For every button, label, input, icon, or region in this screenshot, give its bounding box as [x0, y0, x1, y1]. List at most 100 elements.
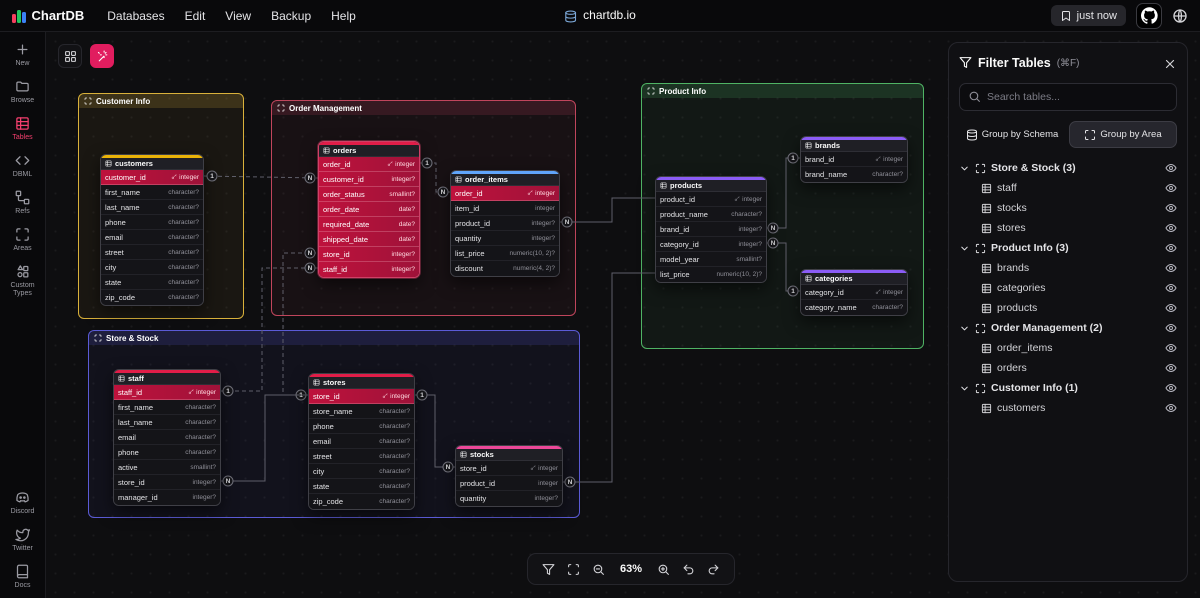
- visibility-eye-button[interactable]: [1165, 342, 1177, 354]
- visibility-eye-button[interactable]: [1165, 222, 1177, 234]
- group-by-area-button[interactable]: Group by Area: [1069, 121, 1177, 148]
- column-row-category_id[interactable]: category_idinteger: [801, 285, 907, 300]
- column-row-street[interactable]: streetcharacter?: [309, 449, 414, 464]
- tree-item-products[interactable]: products: [959, 298, 1177, 318]
- sidebar-item-areas[interactable]: Areas: [0, 227, 45, 253]
- table-header[interactable]: staff: [114, 373, 220, 385]
- column-row-item_id[interactable]: item_idinteger: [451, 201, 559, 216]
- visibility-eye-button[interactable]: [1165, 182, 1177, 194]
- column-row-order_date[interactable]: order_datedate?: [319, 202, 419, 217]
- table-stocks[interactable]: stocksstore_idintegerproduct_idintegerqu…: [455, 445, 563, 507]
- column-row-customer_id[interactable]: customer_idinteger?: [319, 172, 419, 187]
- column-row-brand_id[interactable]: brand_idinteger?: [656, 222, 766, 237]
- column-row-first_name[interactable]: first_namecharacter?: [101, 185, 203, 200]
- column-row-staff_id[interactable]: staff_idinteger?: [319, 262, 419, 277]
- column-row-phone[interactable]: phonecharacter?: [309, 419, 414, 434]
- column-row-order_status[interactable]: order_statussmallint?: [319, 187, 419, 202]
- sidebar-item-tables[interactable]: Tables: [0, 116, 45, 142]
- column-row-active[interactable]: activesmallint?: [114, 460, 220, 475]
- column-row-list_price[interactable]: list_pricenumeric(10, 2)?: [656, 267, 766, 282]
- filter-button[interactable]: [542, 562, 555, 577]
- tree-item-brands[interactable]: brands: [959, 258, 1177, 278]
- column-row-customer_id[interactable]: customer_idinteger: [101, 170, 203, 185]
- table-header[interactable]: brands: [801, 140, 907, 152]
- column-row-manager_id[interactable]: manager_idinteger?: [114, 490, 220, 505]
- column-row-city[interactable]: citycharacter?: [309, 464, 414, 479]
- sidebar-item-docs[interactable]: Docs: [0, 564, 45, 590]
- tree-group-customer-info-1[interactable]: Customer Info (1): [959, 378, 1177, 398]
- tree-item-staff[interactable]: staff: [959, 178, 1177, 198]
- tree-item-categories[interactable]: categories: [959, 278, 1177, 298]
- column-row-city[interactable]: citycharacter?: [101, 260, 203, 275]
- column-row-brand_id[interactable]: brand_idinteger: [801, 152, 907, 167]
- column-row-model_year[interactable]: model_yearsmallint?: [656, 252, 766, 267]
- column-row-first_name[interactable]: first_namecharacter?: [114, 400, 220, 415]
- chartdb-logo[interactable]: ChartDB: [12, 8, 84, 23]
- column-row-product_id[interactable]: product_idinteger?: [451, 216, 559, 231]
- column-row-state[interactable]: statecharacter?: [101, 275, 203, 290]
- column-row-order_id[interactable]: order_idinteger: [451, 186, 559, 201]
- zoom-in-button[interactable]: [657, 562, 670, 577]
- table-header[interactable]: order_items: [451, 174, 559, 186]
- column-row-email[interactable]: emailcharacter?: [101, 230, 203, 245]
- column-row-store_id[interactable]: store_idinteger?: [319, 247, 419, 262]
- tree-item-orders[interactable]: orders: [959, 358, 1177, 378]
- visibility-eye-button[interactable]: [1165, 242, 1177, 254]
- column-row-store_name[interactable]: store_namecharacter?: [309, 404, 414, 419]
- column-row-product_id[interactable]: product_idinteger: [656, 192, 766, 207]
- layout-grid-button[interactable]: [58, 44, 82, 68]
- visibility-eye-button[interactable]: [1165, 282, 1177, 294]
- sidebar-item-twitter[interactable]: Twitter: [0, 527, 45, 553]
- tree-item-customers[interactable]: customers: [959, 398, 1177, 418]
- menu-backup[interactable]: Backup: [262, 4, 320, 28]
- table-header[interactable]: categories: [801, 273, 907, 285]
- search-tables-input[interactable]: [987, 91, 1168, 103]
- column-row-discount[interactable]: discountnumeric(4, 2)?: [451, 261, 559, 276]
- menu-databases[interactable]: Databases: [98, 4, 173, 28]
- language-button[interactable]: [1172, 7, 1188, 23]
- column-row-order_id[interactable]: order_idinteger: [319, 157, 419, 172]
- tree-group-store-stock-3[interactable]: Store & Stock (3): [959, 158, 1177, 178]
- sidebar-item-discord[interactable]: Discord: [0, 490, 45, 516]
- menu-edit[interactable]: Edit: [176, 4, 215, 28]
- column-row-list_price[interactable]: list_pricenumeric(10, 2)?: [451, 246, 559, 261]
- tree-item-stocks[interactable]: stocks: [959, 198, 1177, 218]
- table-customers[interactable]: customerscustomer_idintegerfirst_namecha…: [100, 154, 204, 306]
- table-header[interactable]: orders: [319, 145, 419, 157]
- column-row-staff_id[interactable]: staff_idinteger: [114, 385, 220, 400]
- github-button[interactable]: [1136, 3, 1162, 29]
- table-header[interactable]: stocks: [456, 449, 562, 461]
- diagram-title[interactable]: chartdb.io: [564, 8, 636, 22]
- column-row-email[interactable]: emailcharacter?: [114, 430, 220, 445]
- column-row-category_name[interactable]: category_namecharacter?: [801, 300, 907, 315]
- column-row-last_name[interactable]: last_namecharacter?: [101, 200, 203, 215]
- table-staff[interactable]: staffstaff_idintegerfirst_namecharacter?…: [113, 369, 221, 506]
- column-row-product_id[interactable]: product_idinteger: [456, 476, 562, 491]
- table-orders[interactable]: ordersorder_idintegercustomer_idinteger?…: [318, 141, 420, 278]
- table-stores[interactable]: storesstore_idintegerstore_namecharacter…: [308, 373, 415, 510]
- column-row-last_name[interactable]: last_namecharacter?: [114, 415, 220, 430]
- column-row-email[interactable]: emailcharacter?: [309, 434, 414, 449]
- visibility-eye-button[interactable]: [1165, 322, 1177, 334]
- visibility-eye-button[interactable]: [1165, 362, 1177, 374]
- column-row-zip_code[interactable]: zip_codecharacter?: [309, 494, 414, 509]
- sidebar-item-custom-types[interactable]: Custom Types: [0, 264, 45, 298]
- visibility-eye-button[interactable]: [1165, 262, 1177, 274]
- zoom-out-button[interactable]: [592, 562, 605, 577]
- column-row-quantity[interactable]: quantityinteger?: [456, 491, 562, 506]
- visibility-eye-button[interactable]: [1165, 402, 1177, 414]
- menu-view[interactable]: View: [216, 4, 260, 28]
- column-row-state[interactable]: statecharacter?: [309, 479, 414, 494]
- column-row-store_id[interactable]: store_idinteger: [309, 389, 414, 404]
- column-row-category_id[interactable]: category_idinteger?: [656, 237, 766, 252]
- column-row-brand_name[interactable]: brand_namecharacter?: [801, 167, 907, 182]
- redo-button[interactable]: [707, 562, 720, 577]
- sidebar-item-browse[interactable]: Browse: [0, 79, 45, 105]
- column-row-phone[interactable]: phonecharacter?: [101, 215, 203, 230]
- table-header[interactable]: customers: [101, 158, 203, 170]
- sidebar-item-dbml[interactable]: DBML: [0, 153, 45, 179]
- sidebar-item-refs[interactable]: Refs: [0, 190, 45, 216]
- column-row-store_id[interactable]: store_idinteger?: [114, 475, 220, 490]
- table-brands[interactable]: brandsbrand_idintegerbrand_namecharacter…: [800, 136, 908, 183]
- sidebar-item-new[interactable]: New: [0, 42, 45, 68]
